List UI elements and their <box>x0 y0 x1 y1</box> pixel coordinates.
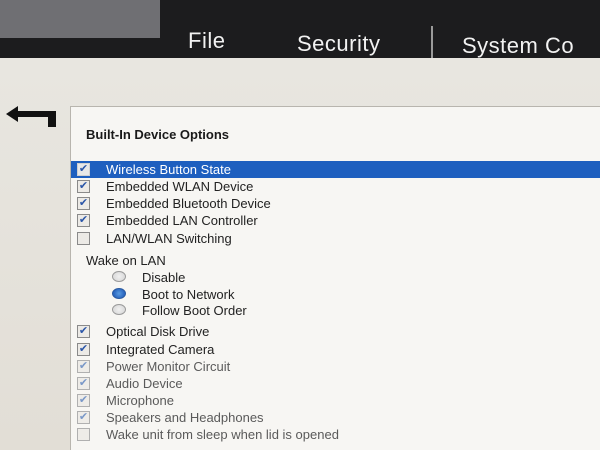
option-label: Wake unit from sleep when lid is opened <box>106 427 339 442</box>
option-label: Speakers and Headphones <box>106 410 264 425</box>
wake-on-lan-label: Wake on LAN <box>86 253 166 268</box>
option-label: Audio Device <box>106 376 183 391</box>
option-row-lan-wlan-switching[interactable]: LAN/WLAN Switching <box>71 230 600 247</box>
checkbox-embedded-wlan-device[interactable]: ✔ <box>77 180 90 193</box>
back-arrow-icon[interactable] <box>4 104 58 130</box>
checkbox-audio-device[interactable]: ✔ <box>77 377 90 390</box>
option-row-speakers-and-headphones[interactable]: ✔ Speakers and Headphones <box>71 409 600 426</box>
option-label: Power Monitor Circuit <box>106 359 231 374</box>
menu-system-configuration[interactable]: System Co <box>462 33 574 59</box>
radio-button-boot-to-network[interactable] <box>112 288 126 299</box>
option-row-wireless-button-state[interactable]: ✔ Wireless Button State <box>71 161 600 178</box>
radio-option-follow-boot-order[interactable]: Follow Boot Order <box>112 302 412 319</box>
option-row-wake-unit-from-sleep-when-lid-is-opened[interactable]: Wake unit from sleep when lid is opened <box>71 426 600 443</box>
checkbox-embedded-bluetooth-device[interactable]: ✔ <box>77 197 90 210</box>
checkbox-optical-disk-drive[interactable]: ✔ <box>77 325 90 338</box>
option-row-embedded-lan-controller[interactable]: ✔ Embedded LAN Controller <box>71 212 600 229</box>
option-label: LAN/WLAN Switching <box>106 231 232 246</box>
checkbox-microphone[interactable]: ✔ <box>77 394 90 407</box>
radio-button-disable[interactable] <box>112 271 126 282</box>
checkbox-wireless-button-state[interactable]: ✔ <box>77 163 90 176</box>
radio-label: Boot to Network <box>142 287 235 302</box>
checkbox-wake-unit-from-sleep-when-lid-is-opened[interactable] <box>77 428 90 441</box>
checkbox-lan-wlan-switching[interactable] <box>77 232 90 245</box>
option-row-integrated-camera[interactable]: ✔ Integrated Camera <box>71 341 600 358</box>
option-row-audio-device[interactable]: ✔ Audio Device <box>71 375 600 392</box>
option-row-microphone[interactable]: ✔ Microphone <box>71 392 600 409</box>
option-row-power-monitor-circuit[interactable]: ✔ Power Monitor Circuit <box>71 358 600 375</box>
option-label: Integrated Camera <box>106 342 215 357</box>
radio-button-follow-boot-order[interactable] <box>112 304 126 315</box>
option-label: Embedded WLAN Device <box>106 179 254 194</box>
option-label: Wireless Button State <box>106 162 231 177</box>
radio-option-boot-to-network[interactable]: Boot to Network <box>112 286 412 303</box>
top-left-strip <box>0 0 160 38</box>
option-row-embedded-wlan-device[interactable]: ✔ Embedded WLAN Device <box>71 178 600 195</box>
menu-security[interactable]: Security <box>297 31 380 57</box>
option-label: Embedded LAN Controller <box>106 213 258 228</box>
option-label: Optical Disk Drive <box>106 324 210 339</box>
radio-label: Follow Boot Order <box>142 303 247 318</box>
option-row-embedded-bluetooth-device[interactable]: ✔ Embedded Bluetooth Device <box>71 195 600 212</box>
checkbox-embedded-lan-controller[interactable]: ✔ <box>77 214 90 227</box>
option-label: Embedded Bluetooth Device <box>106 196 271 211</box>
option-row-optical-disk-drive[interactable]: ✔ Optical Disk Drive <box>71 323 600 340</box>
checkbox-power-monitor-circuit[interactable]: ✔ <box>77 360 90 373</box>
radio-label: Disable <box>142 270 186 285</box>
menu-divider <box>431 26 433 58</box>
checkbox-integrated-camera[interactable]: ✔ <box>77 343 90 356</box>
radio-option-disable[interactable]: Disable <box>112 269 412 286</box>
top-menu-bar: File Security System Co <box>0 0 600 58</box>
panel-title: Built-In Device Options <box>86 127 230 142</box>
menu-file[interactable]: File <box>188 28 225 54</box>
option-label: Microphone <box>106 393 174 408</box>
checkbox-speakers-and-headphones[interactable]: ✔ <box>77 411 90 424</box>
